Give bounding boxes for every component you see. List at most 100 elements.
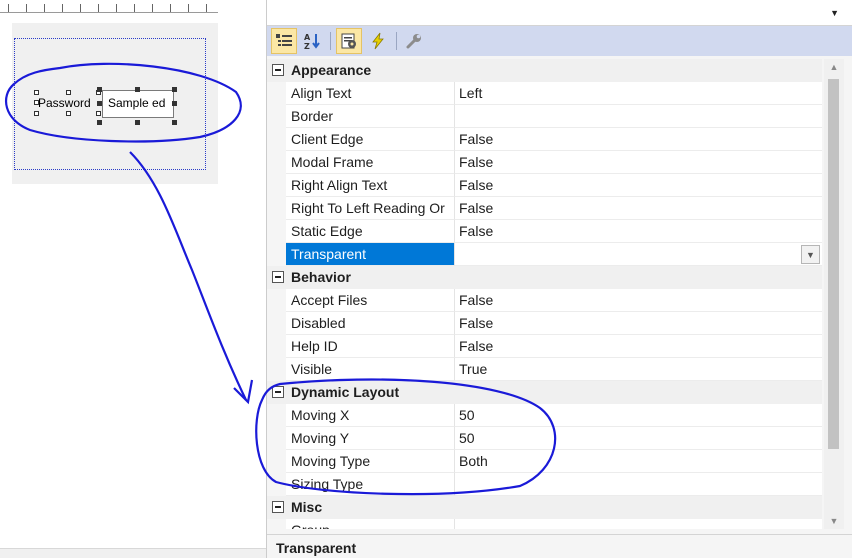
property-name: Moving Y <box>286 427 454 450</box>
property-row[interactable]: Border <box>267 105 822 128</box>
property-value[interactable]: False <box>454 335 822 358</box>
property-row[interactable]: Moving Y 50 <box>267 427 822 450</box>
category-label: Behavior <box>291 269 351 285</box>
vertical-scrollbar[interactable]: ▲ ▼ <box>824 59 844 529</box>
resize-handle[interactable] <box>97 87 102 92</box>
property-value[interactable]: 50 <box>454 404 822 427</box>
category-appearance[interactable]: Appearance <box>267 59 822 82</box>
resize-handle[interactable] <box>172 87 177 92</box>
alphabetical-sort-icon[interactable]: AZ <box>299 28 325 54</box>
property-row[interactable]: Sizing Type <box>267 473 822 496</box>
properties-panel: ▼ AZ Appearance Align Text Left Border Cl… <box>266 0 852 558</box>
property-row[interactable]: Client Edge False <box>267 128 822 151</box>
property-row[interactable]: Static Edge False <box>267 220 822 243</box>
property-name: Sizing Type <box>286 473 454 496</box>
scrollbar-thumb[interactable] <box>828 79 839 449</box>
properties-toolbar: AZ <box>267 26 852 56</box>
property-row[interactable]: Visible True <box>267 358 822 381</box>
resize-handle[interactable] <box>96 111 101 116</box>
static-text-control[interactable]: Password <box>38 96 91 110</box>
chevron-down-icon[interactable]: ▼ <box>830 8 839 18</box>
resize-handle[interactable] <box>97 120 102 125</box>
collapse-icon[interactable] <box>272 501 284 513</box>
collapse-icon[interactable] <box>272 271 284 283</box>
property-name: Right To Left Reading Or <box>286 197 454 220</box>
property-row-selected[interactable]: Transparent ▼ <box>267 243 822 266</box>
property-name: Static Edge <box>286 220 454 243</box>
property-name: Visible <box>286 358 454 381</box>
category-label: Misc <box>291 499 323 515</box>
dialog-designer[interactable]: Password Sample ed <box>0 0 266 558</box>
property-value[interactable] <box>454 519 822 529</box>
resize-handle[interactable] <box>135 120 140 125</box>
property-name: Client Edge <box>286 128 454 151</box>
property-value[interactable] <box>454 105 822 128</box>
resize-handle[interactable] <box>135 87 140 92</box>
edit-control[interactable]: Sample ed <box>102 90 174 118</box>
property-value[interactable]: 50 <box>454 427 822 450</box>
property-value[interactable]: False <box>454 174 822 197</box>
property-value[interactable]: False <box>454 220 822 243</box>
properties-page-icon[interactable] <box>336 28 362 54</box>
category-dynamic-layout[interactable]: Dynamic Layout <box>267 381 822 404</box>
property-row[interactable]: Help ID False <box>267 335 822 358</box>
property-name: Transparent <box>286 243 454 266</box>
property-row[interactable]: Group <box>267 519 822 529</box>
property-row[interactable]: Disabled False <box>267 312 822 335</box>
property-value[interactable] <box>454 473 822 496</box>
property-name: Accept Files <box>286 289 454 312</box>
resize-handle[interactable] <box>34 111 39 116</box>
property-name: Moving Type <box>286 450 454 473</box>
collapse-icon[interactable] <box>272 386 284 398</box>
category-misc[interactable]: Misc <box>267 496 822 519</box>
property-row[interactable]: Align Text Left <box>267 82 822 105</box>
property-name: Help ID <box>286 335 454 358</box>
category-label: Appearance <box>291 62 372 78</box>
events-lightning-icon[interactable] <box>365 28 391 54</box>
resize-handle[interactable] <box>66 90 71 95</box>
resize-handle[interactable] <box>172 101 177 106</box>
property-row[interactable]: Moving Type Both <box>267 450 822 473</box>
resize-handle[interactable] <box>97 101 102 106</box>
category-behavior[interactable]: Behavior <box>267 266 822 289</box>
property-row[interactable]: Accept Files False <box>267 289 822 312</box>
property-name: Disabled <box>286 312 454 335</box>
property-name: Group <box>286 519 454 529</box>
property-value[interactable]: False <box>454 197 822 220</box>
property-row[interactable]: Moving X 50 <box>267 404 822 427</box>
property-value[interactable]: False <box>454 128 822 151</box>
categorized-icon[interactable] <box>271 28 297 54</box>
property-grid: Appearance Align Text Left Border Client … <box>267 59 822 529</box>
property-name: Right Align Text <box>286 174 454 197</box>
resize-handle[interactable] <box>172 120 177 125</box>
description-title: Transparent <box>276 540 357 556</box>
property-name: Align Text <box>286 82 454 105</box>
ruler <box>0 0 266 14</box>
svg-text:A: A <box>304 33 311 42</box>
description-pane: Transparent <box>267 534 852 558</box>
property-value[interactable]: False <box>454 151 822 174</box>
category-label: Dynamic Layout <box>291 384 400 400</box>
property-name: Border <box>286 105 454 128</box>
property-pages-wrench-icon[interactable] <box>401 28 427 54</box>
resize-handle[interactable] <box>66 111 71 116</box>
svg-text:Z: Z <box>304 42 310 50</box>
property-value[interactable]: Both <box>454 450 822 473</box>
resize-handle[interactable] <box>34 90 39 95</box>
object-selector-dropdown[interactable]: ▼ <box>267 0 852 26</box>
property-value-dropdown[interactable]: ▼ <box>454 243 822 266</box>
property-row[interactable]: Right Align Text False <box>267 174 822 197</box>
scroll-down-icon[interactable]: ▼ <box>824 513 844 529</box>
scroll-up-icon[interactable]: ▲ <box>824 59 844 75</box>
designer-bottom-bar <box>0 548 266 558</box>
property-value[interactable]: True <box>454 358 822 381</box>
property-row[interactable]: Modal Frame False <box>267 151 822 174</box>
property-value[interactable]: False <box>454 312 822 335</box>
property-row[interactable]: Right To Left Reading Or False <box>267 197 822 220</box>
property-value[interactable]: False <box>454 289 822 312</box>
chevron-down-icon[interactable]: ▼ <box>801 245 820 264</box>
collapse-icon[interactable] <box>272 64 284 76</box>
property-value[interactable]: Left <box>454 82 822 105</box>
resize-handle[interactable] <box>34 100 39 105</box>
property-name: Modal Frame <box>286 151 454 174</box>
